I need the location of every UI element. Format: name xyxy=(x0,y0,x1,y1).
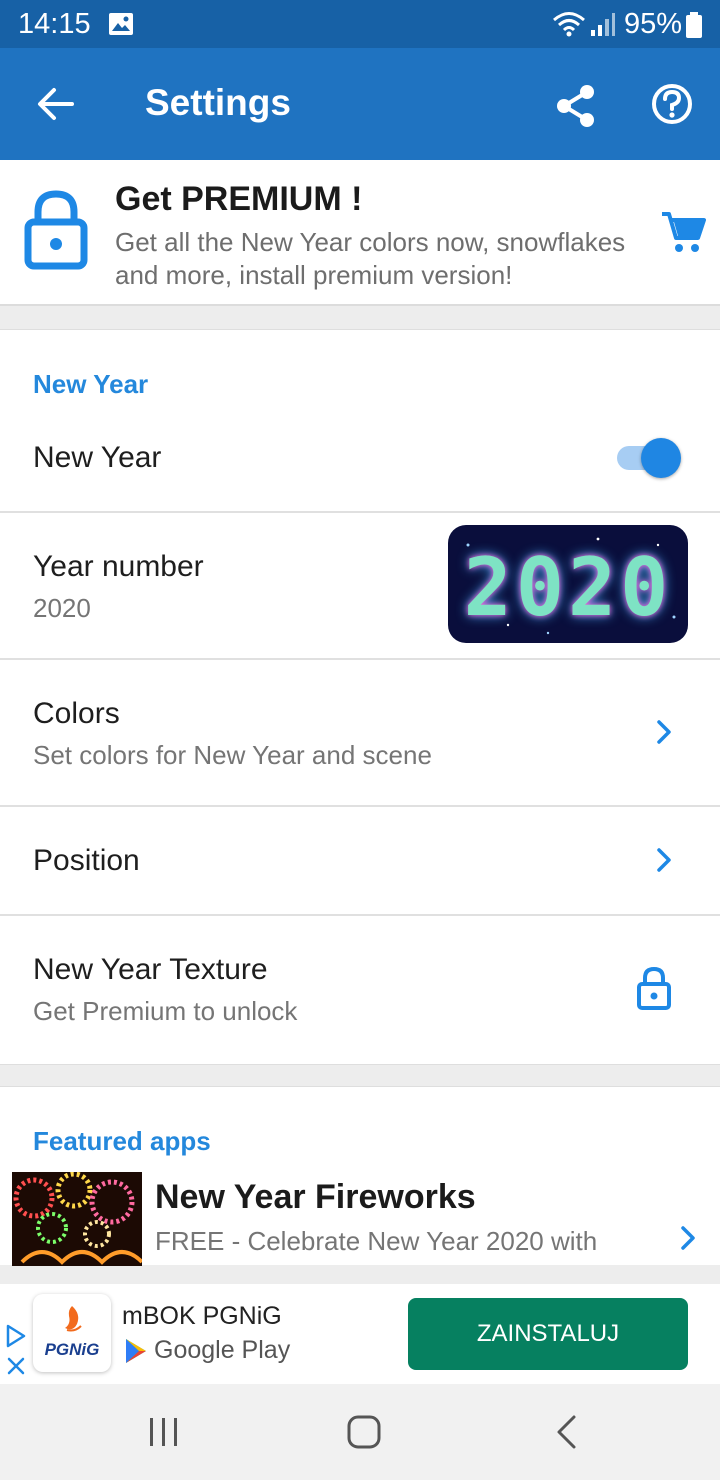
texture-label: New Year Texture xyxy=(33,953,268,986)
signal-icon xyxy=(591,13,615,36)
cart-icon[interactable] xyxy=(660,210,706,254)
ad-banner[interactable]: PGNiG mBOK PGNiG Google Play ZAINSTALUJ xyxy=(0,1284,720,1384)
premium-banner[interactable]: Get PREMIUM ! Get all the New Year color… xyxy=(0,160,720,306)
section-header-featured: Featured apps xyxy=(33,1126,211,1156)
chevron-right-icon xyxy=(657,848,671,872)
ad-install-button[interactable]: ZAINSTALUJ xyxy=(408,1298,688,1370)
app-bar: Settings xyxy=(0,48,720,160)
gallery-icon xyxy=(109,13,133,35)
page-title: Settings xyxy=(145,82,291,123)
back-arrow-icon[interactable] xyxy=(36,84,76,124)
new-year-switch[interactable] xyxy=(615,436,683,478)
google-play-icon xyxy=(126,1339,146,1363)
battery-icon xyxy=(686,12,702,38)
premium-title: Get PREMIUM ! xyxy=(115,180,363,218)
new-year-toggle-label: New Year xyxy=(33,441,162,474)
chevron-right-icon[interactable] xyxy=(679,1225,697,1251)
ad-close-icon[interactable] xyxy=(6,1356,26,1376)
position-label: Position xyxy=(33,844,140,877)
ad-logo-text: PGNiG xyxy=(44,1340,100,1359)
battery-percent: 95% xyxy=(624,8,683,40)
year-number-value: 2020 xyxy=(33,593,91,623)
status-bar: 14:15 95% xyxy=(0,0,720,48)
lock-icon xyxy=(24,190,88,270)
status-time: 14:15 xyxy=(18,8,91,40)
ad-app-logo[interactable]: PGNiG xyxy=(33,1294,111,1372)
chevron-right-icon xyxy=(657,720,671,744)
year-preview-image: 2020 xyxy=(448,525,688,643)
featured-app-thumbnail[interactable] xyxy=(12,1172,142,1266)
system-nav-bar xyxy=(0,1384,720,1480)
featured-app-description: FREE - Celebrate New Year 2020 with xyxy=(155,1226,598,1256)
nav-back-icon[interactable] xyxy=(554,1414,578,1450)
colors-label: Colors xyxy=(33,697,120,730)
section-header-new-year: New Year xyxy=(33,369,149,399)
year-number-label: Year number xyxy=(33,550,204,583)
help-icon[interactable] xyxy=(650,82,694,126)
texture-description: Get Premium to unlock xyxy=(33,996,298,1026)
share-icon[interactable] xyxy=(556,84,596,128)
lock-icon xyxy=(637,966,671,1010)
ad-store-label: Google Play xyxy=(154,1336,291,1364)
texture-row[interactable] xyxy=(0,916,720,1062)
featured-app-title[interactable]: New Year Fireworks xyxy=(155,1178,476,1217)
wifi-icon xyxy=(553,12,585,37)
colors-row[interactable] xyxy=(0,660,720,807)
ad-app-name[interactable]: mBOK PGNiG xyxy=(122,1302,282,1331)
recents-icon[interactable] xyxy=(148,1416,180,1448)
ad-choices-icon[interactable] xyxy=(5,1324,27,1348)
home-icon[interactable] xyxy=(346,1414,382,1450)
premium-description: Get all the New Year colors now, snowfla… xyxy=(115,227,626,290)
year-preview-digits: 2020 xyxy=(463,541,673,634)
colors-description: Set colors for New Year and scene xyxy=(33,740,432,770)
